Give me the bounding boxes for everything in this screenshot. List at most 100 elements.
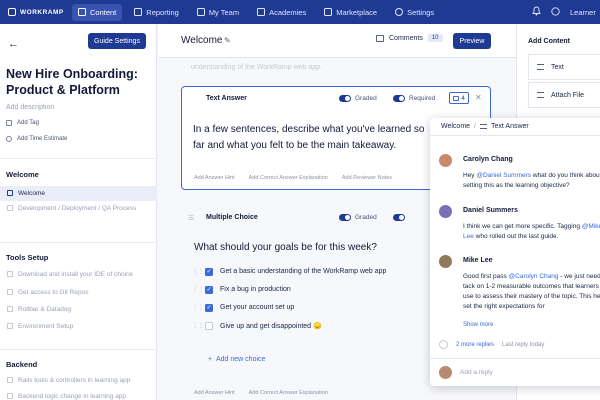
- add-attach-file-tile[interactable]: Attach File: [528, 82, 600, 108]
- comment-text: Hey @Daniel Summers what do you think ab…: [463, 171, 600, 191]
- comment-text-part: Good first pass: [463, 273, 509, 280]
- user-mention[interactable]: @Carolyn Chang: [509, 273, 559, 280]
- comment-author[interactable]: Daniel Summers: [463, 207, 518, 214]
- section-title: Tools Setup: [6, 253, 49, 262]
- close-icon[interactable]: ✕: [475, 93, 482, 102]
- comments-button[interactable]: Comments 10: [376, 34, 443, 42]
- avatar[interactable]: [439, 255, 452, 268]
- choice-checkbox[interactable]: [205, 321, 213, 330]
- mc-graded-toggle[interactable]: [339, 214, 351, 221]
- breadcrumb-root[interactable]: Welcome: [441, 123, 470, 130]
- add-time-estimate-label: Add Time Estimate: [17, 136, 68, 142]
- more-replies-link[interactable]: 2 more replies: [456, 342, 494, 348]
- nav-item-my-team[interactable]: My Team: [191, 4, 245, 21]
- last-reply-time: Last reply today: [502, 341, 545, 348]
- drag-handle-icon[interactable]: ☰: [188, 214, 194, 222]
- choice-checkbox[interactable]: ✓: [205, 285, 213, 294]
- avatar[interactable]: [439, 205, 452, 218]
- answer-option-link[interactable]: Add Correct Answer Explanation: [249, 175, 328, 181]
- lesson-checkbox-icon: [7, 289, 13, 295]
- reply-input[interactable]: Add a reply: [460, 369, 493, 376]
- sidebar-lesson[interactable]: Download and install your IDE of choice: [0, 270, 157, 279]
- add-description-link[interactable]: Add description: [6, 104, 54, 111]
- mc-required-toggle[interactable]: [393, 214, 405, 221]
- lesson-title[interactable]: Welcome: [181, 35, 223, 46]
- choice-label[interactable]: Give up and get disappointed 😞: [220, 322, 322, 330]
- comment-author[interactable]: Mike Lee: [463, 257, 493, 264]
- add-time-estimate-row[interactable]: Add Time Estimate: [6, 136, 67, 142]
- breadcrumb-leaf[interactable]: Text Answer: [491, 123, 529, 130]
- section-title: Welcome: [6, 170, 39, 179]
- lesson-label: Rollbar & Datadog: [18, 306, 72, 313]
- required-toggle[interactable]: [393, 95, 405, 102]
- nav-right: Learner: [532, 0, 600, 24]
- guide-settings-button[interactable]: Guide Settings: [88, 33, 146, 49]
- drag-handle-icon[interactable]: ⋮⋮: [192, 304, 204, 311]
- replies-row: 2 more replies Last reply today: [439, 340, 544, 349]
- text-lines-icon: [480, 124, 487, 129]
- nav-item-content[interactable]: Content: [72, 3, 123, 21]
- nav-item-marketplace[interactable]: Marketplace: [318, 4, 383, 21]
- comment-author[interactable]: Carolyn Chang: [463, 156, 513, 163]
- workramp-logo[interactable]: WORKRAMP: [8, 8, 72, 16]
- comment-text: I think we can get more specific. Taggin…: [463, 222, 600, 242]
- text-answer-prompt[interactable]: In a few sentences, describe what you've…: [193, 122, 435, 154]
- choice-checkbox[interactable]: ✓: [205, 267, 213, 276]
- drag-handle-icon[interactable]: ⋮⋮: [192, 268, 204, 275]
- block-comments-button[interactable]: 4: [449, 92, 469, 104]
- add-new-choice-label: Add new choice: [215, 356, 266, 363]
- multiple-choice-question[interactable]: What should your goals be for this week?: [194, 242, 377, 253]
- choice-label[interactable]: Get a basic understanding of the WorkRam…: [220, 268, 386, 275]
- logo-text: WORKRAMP: [20, 8, 64, 16]
- add-tag-row[interactable]: Add Tag: [6, 120, 39, 126]
- user-mention[interactable]: @Daniel Summers: [476, 172, 531, 179]
- help-icon[interactable]: [551, 6, 560, 18]
- nav-item-settings[interactable]: Settings: [389, 4, 440, 21]
- add-text-tile[interactable]: Text: [528, 54, 600, 80]
- choice-label[interactable]: Get your account set up: [220, 304, 294, 311]
- lesson-checkbox-icon: [7, 377, 13, 383]
- avatar[interactable]: [439, 154, 452, 167]
- pencil-icon[interactable]: ✎: [224, 36, 231, 45]
- answer-option-link[interactable]: Add Answer Hint: [194, 175, 235, 181]
- lesson-label: Development / Deployment / QA Process: [18, 205, 137, 212]
- sidebar-lesson[interactable]: Get access to Git Repos: [0, 288, 157, 297]
- choice-row: ⋮⋮ ✓ Get your account set up: [192, 302, 294, 313]
- drag-handle-icon[interactable]: ⋮⋮: [192, 322, 204, 329]
- lesson-label: Welcome: [18, 190, 45, 197]
- graded-toggle[interactable]: [339, 95, 351, 102]
- learner-switch[interactable]: Learner: [570, 8, 600, 17]
- lesson-label: Get access to Git Repos: [18, 289, 89, 296]
- sidebar-lesson[interactable]: Environment Setup: [0, 322, 157, 331]
- tile-label: Text: [551, 63, 564, 71]
- sidebar-divider: [0, 158, 157, 159]
- back-arrow-icon[interactable]: ←: [8, 38, 19, 50]
- reply-box[interactable]: Add a reply: [430, 358, 600, 386]
- choice-checkbox[interactable]: ✓: [205, 303, 213, 312]
- show-more-link[interactable]: Show more: [463, 322, 493, 328]
- course-title[interactable]: New Hire Onboarding: Product & Platform: [6, 66, 154, 98]
- preview-button[interactable]: Preview: [453, 33, 491, 49]
- nav-item-academies[interactable]: Academies: [251, 4, 312, 21]
- notification-bell-icon[interactable]: [532, 6, 541, 18]
- sidebar-lesson[interactable]: Rails tools & controllers in learning ap…: [0, 376, 157, 385]
- text-lines-icon: [537, 64, 544, 70]
- answer-option-link[interactable]: Add Correct Answer Explanation: [249, 390, 328, 396]
- gear-icon: [395, 8, 404, 16]
- sidebar-lesson[interactable]: Welcome: [0, 186, 157, 201]
- choice-label[interactable]: Fix a bug in production: [220, 286, 291, 293]
- paperclip-icon: [537, 92, 544, 98]
- nav-item-label: Marketplace: [336, 7, 378, 17]
- nav-item-reporting[interactable]: Reporting: [128, 4, 185, 21]
- sidebar-lesson[interactable]: Rollbar & Datadog: [0, 305, 157, 314]
- add-new-choice-link[interactable]: + Add new choice: [208, 356, 265, 363]
- add-content-title: Add Content: [528, 38, 570, 45]
- sidebar-lesson[interactable]: Backend logic change in learning app: [0, 392, 157, 400]
- editor-header: Welcome ✎ Comments 10 Preview: [158, 24, 516, 58]
- sidebar-lesson[interactable]: Development / Deployment / QA Process: [0, 204, 157, 213]
- answer-option-link[interactable]: Add Reviewer Notes: [342, 175, 392, 181]
- answer-option-link[interactable]: Add Answer Hint: [194, 390, 235, 396]
- nav-item-label: Reporting: [146, 7, 179, 17]
- lesson-checkbox-icon: [7, 306, 13, 312]
- drag-handle-icon[interactable]: ⋮⋮: [192, 286, 204, 293]
